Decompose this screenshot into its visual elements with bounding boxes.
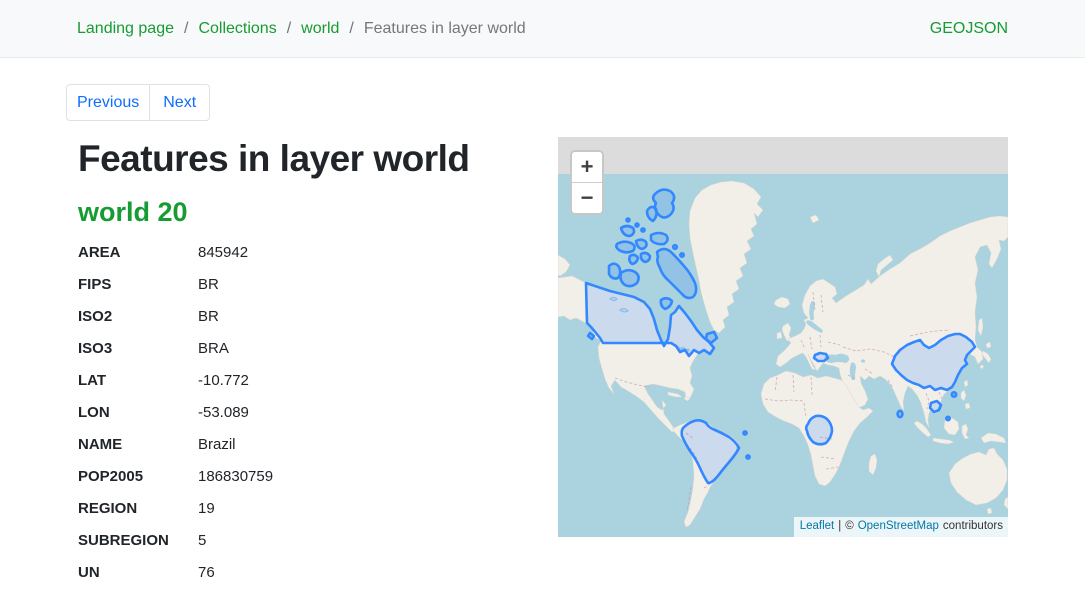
breadcrumb-link-landing-page[interactable]: Landing page	[77, 20, 174, 38]
property-row: POP2005186830759	[78, 467, 518, 488]
property-row: ISO2BR	[78, 307, 518, 328]
feature-canada-vancouver-island[interactable]	[588, 333, 594, 339]
breadcrumb: Landing page / Collections / world / Fea…	[77, 20, 526, 38]
minus-icon: −	[581, 185, 594, 211]
pagination: Previous Next	[66, 84, 210, 121]
property-row: REGION19	[78, 499, 518, 520]
map-attribution: Leaflet | © OpenStreetMap contributors	[794, 517, 1008, 537]
property-row: LON-53.089	[78, 403, 518, 424]
feature-subtitle: world 20	[78, 197, 188, 228]
property-key: ISO2	[78, 307, 198, 328]
previous-button[interactable]: Previous	[66, 84, 150, 121]
property-key: ISO3	[78, 339, 198, 360]
property-key: NAME	[78, 435, 198, 456]
feature-brazil-island[interactable]	[743, 431, 746, 434]
property-key: REGION	[78, 499, 198, 520]
landmass-tasmania	[987, 508, 992, 514]
page: Landing page / Collections / world / Fea…	[0, 0, 1085, 599]
tile-void-strip	[558, 137, 1008, 177]
feature-canada-melville[interactable]	[616, 242, 634, 253]
property-key: POP2005	[78, 467, 198, 488]
feature-canada-somerset[interactable]	[641, 253, 650, 262]
breadcrumb-link-collections[interactable]: Collections	[198, 20, 276, 38]
landmass-ireland	[777, 332, 782, 339]
feature-bulgaria[interactable]	[814, 353, 828, 361]
property-value: BR	[198, 307, 219, 328]
feature-canada-islet[interactable]	[680, 253, 683, 256]
zoom-in-button[interactable]: +	[572, 152, 602, 182]
leaflet-map[interactable]: + − Leaflet | © OpenStreetMap contributo…	[558, 137, 1008, 537]
breadcrumb-separator: /	[349, 20, 353, 38]
feature-canada-ellef-ringnes[interactable]	[621, 226, 634, 236]
feature-cambodia[interactable]	[930, 401, 941, 412]
property-value: -10.772	[198, 371, 249, 392]
property-key: FIPS	[78, 275, 198, 296]
breadcrumb-link-world[interactable]: world	[301, 20, 339, 38]
feature-canada-prince-of-wales[interactable]	[629, 255, 638, 264]
property-value: 5	[198, 531, 206, 552]
feature-brazil-island[interactable]	[746, 455, 749, 458]
feature-canada-islet[interactable]	[627, 219, 630, 222]
leaflet-link[interactable]: Leaflet	[800, 519, 835, 534]
feature-canada-devon[interactable]	[651, 233, 668, 244]
map-zoom-control: + −	[570, 150, 604, 215]
property-row: ISO3BRA	[78, 339, 518, 360]
openstreetmap-link[interactable]: OpenStreetMap	[858, 519, 939, 534]
property-value: BRA	[198, 339, 229, 360]
property-key: UN	[78, 563, 198, 584]
feature-canada-axel-heiberg[interactable]	[647, 207, 657, 221]
feature-brunei[interactable]	[946, 417, 949, 420]
feature-china-hainan[interactable]	[952, 392, 956, 396]
feature-canada-islet[interactable]	[641, 228, 644, 231]
property-value: BR	[198, 275, 219, 296]
property-key: LON	[78, 403, 198, 424]
property-value: 19	[198, 499, 215, 520]
property-row: AREA845942	[78, 243, 518, 264]
property-value: 845942	[198, 243, 248, 264]
feature-canada-banks[interactable]	[609, 264, 620, 279]
world-map-canvas	[558, 137, 1008, 537]
feature-canada-islet[interactable]	[636, 224, 639, 227]
breadcrumb-current: Features in layer world	[364, 20, 526, 38]
aral-sea	[861, 359, 865, 362]
property-row: UN76	[78, 563, 518, 584]
geojson-format-link[interactable]: GEOJSON	[930, 20, 1008, 38]
next-button[interactable]: Next	[149, 84, 210, 121]
contributors-text: contributors	[943, 519, 1003, 534]
property-value: 186830759	[198, 467, 273, 488]
copyright-symbol: ©	[845, 519, 853, 534]
property-row: NAMEBrazil	[78, 435, 518, 456]
property-key: LAT	[78, 371, 198, 392]
property-value: Brazil	[198, 435, 236, 456]
property-key: SUBREGION	[78, 531, 198, 552]
property-row: FIPSBR	[78, 275, 518, 296]
plus-icon: +	[581, 154, 594, 180]
feature-canada-victoria-island[interactable]	[621, 270, 639, 286]
property-value: 76	[198, 563, 215, 584]
feature-canada-bathurst[interactable]	[636, 240, 647, 249]
property-row: LAT-10.772	[78, 371, 518, 392]
property-key: AREA	[78, 243, 198, 264]
breadcrumb-separator: /	[287, 20, 291, 38]
zoom-out-button[interactable]: −	[572, 182, 602, 213]
feature-dr-congo[interactable]	[806, 416, 832, 444]
top-navbar: Landing page / Collections / world / Fea…	[0, 0, 1085, 58]
feature-canada-islet[interactable]	[673, 245, 677, 249]
feature-sri-lanka[interactable]	[898, 411, 903, 417]
property-value: -53.089	[198, 403, 249, 424]
landmass-mindanao	[965, 403, 970, 409]
property-row: SUBREGION5	[78, 531, 518, 552]
breadcrumb-separator: /	[184, 20, 188, 38]
feature-properties-table: AREA845942 FIPSBR ISO2BR ISO3BRA LAT-10.…	[78, 243, 518, 595]
attribution-separator: |	[838, 519, 841, 534]
page-title: Features in layer world	[78, 138, 470, 180]
